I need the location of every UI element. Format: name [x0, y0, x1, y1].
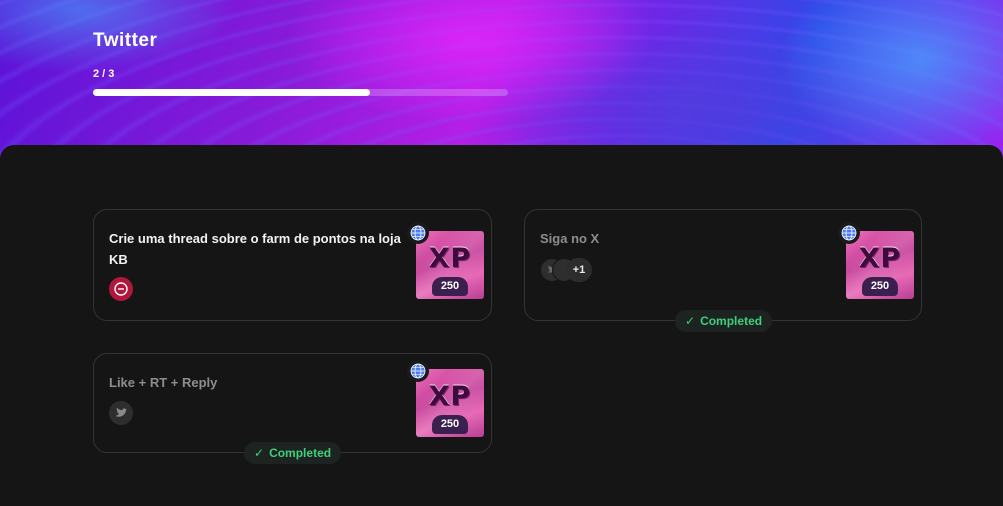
globe-icon: [407, 360, 429, 382]
task-title: Siga no X: [540, 231, 600, 246]
xp-label: XP: [428, 381, 472, 412]
avatar-more-count: +1: [566, 258, 592, 282]
page-title: Twitter: [93, 30, 158, 51]
xp-label: XP: [428, 243, 472, 274]
xp-value: 250: [432, 415, 468, 434]
xp-value: 250: [432, 277, 468, 296]
check-icon: ✓: [685, 314, 696, 328]
xp-reward-image: XP 250: [416, 369, 484, 437]
completed-label: Completed: [269, 446, 332, 460]
progress-bar: [93, 89, 508, 96]
progress-bar-fill: [93, 89, 370, 96]
task-card[interactable]: Crie uma thread sobre o farm de pontos n…: [93, 209, 492, 321]
twitter-bird-icon: [109, 401, 133, 425]
check-icon: ✓: [254, 446, 265, 460]
xp-label: XP: [858, 243, 902, 274]
globe-icon: [407, 222, 429, 244]
link-icon: [109, 277, 133, 301]
completed-label: Completed: [700, 314, 763, 328]
task-title: Crie uma thread sobre o farm de pontos n…: [109, 231, 401, 267]
xp-value: 250: [862, 277, 898, 296]
completed-badge: ✓ Completed: [675, 310, 773, 332]
progress-count: 2 / 3: [93, 68, 115, 80]
avatar-stack: +1: [540, 258, 620, 282]
task-card[interactable]: Like + RT + Reply XP 250: [93, 353, 492, 453]
globe-icon: [838, 222, 860, 244]
task-title: Like + RT + Reply: [109, 375, 218, 390]
xp-reward-image: XP 250: [416, 231, 484, 299]
task-card[interactable]: Siga no X +1 XP 250: [524, 209, 922, 321]
completed-badge: ✓ Completed: [244, 442, 342, 464]
